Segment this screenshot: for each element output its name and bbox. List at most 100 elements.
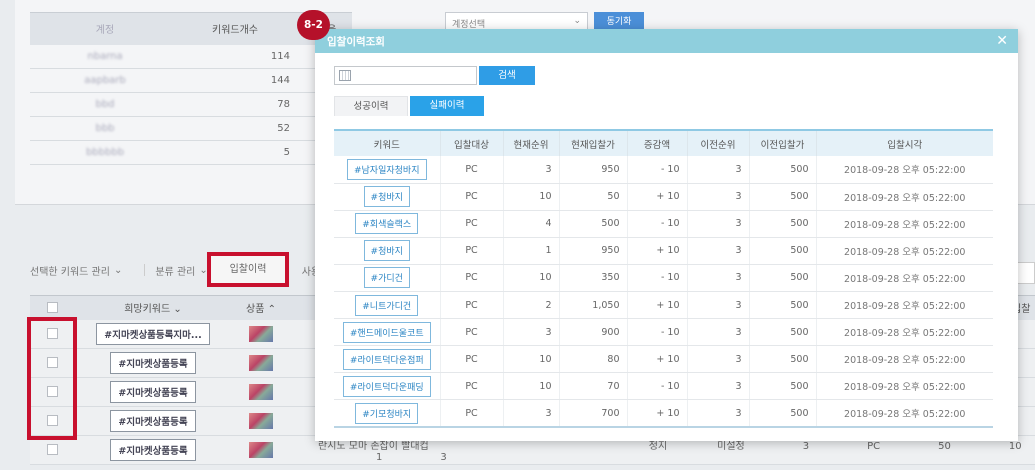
group-manage-menu[interactable]: 분류 관리 ⌄ (155, 263, 207, 278)
keyword-count: 78 (180, 92, 302, 117)
delta-cell: + 10 (627, 237, 688, 265)
prev-rank-cell: 3 (687, 372, 750, 401)
thumbnail-cell (232, 406, 290, 436)
keyword-toolbar: 선택한 키워드 관리 ⌄ 분류 관리 ⌄ 사용자 (30, 255, 341, 285)
prev-bid-cell: 500 (749, 183, 817, 211)
date-input[interactable] (334, 66, 477, 85)
keyword-link[interactable]: #라이트덕다운점퍼 (342, 348, 431, 370)
close-icon[interactable]: ✕ (996, 32, 1008, 50)
current-bid-cell: 500 (559, 210, 628, 238)
history-tabs: 성공이력 실패이력 (334, 96, 484, 116)
keyword-header-label: 희망키워드 (124, 304, 171, 316)
chevron-down-icon: ⌄ (113, 264, 123, 276)
keyword-manage-menu[interactable]: 선택한 키워드 관리 ⌄ (30, 263, 122, 278)
delta-cell: - 10 (627, 318, 688, 347)
delta-cell: + 10 (627, 345, 688, 374)
col-bid-time: 입찰시각 (816, 129, 993, 156)
keyword-link[interactable]: #남자일자청바지 (346, 158, 427, 180)
keyword-link[interactable]: #기모청바지 (355, 402, 419, 424)
table-row: #핸드메이드울코트 PC 3 900- 10 3 500 2018-09-28 오후 05:… (334, 318, 993, 347)
prev-rank-cell: 3 (687, 264, 750, 292)
bid-history-button[interactable]: 입찰이력 (211, 256, 285, 283)
delta-cell: - 10 (627, 264, 688, 292)
keyword-link[interactable]: #가디건 (363, 267, 410, 289)
group-manage-label: 분류 관리 (155, 266, 196, 278)
prev-rank-cell: 3 (687, 210, 750, 238)
target-cell: PC (440, 372, 504, 401)
bid-time-cell: 2018-09-28 오후 05:22:00 (816, 264, 993, 292)
keyword-cell: #가디건 (334, 264, 441, 292)
keyword-tag[interactable]: #지마켓상품등록 (110, 439, 196, 461)
keyword-tag[interactable]: #지마켓상품등록지마... (96, 322, 210, 345)
account-name: bbd (30, 92, 180, 117)
tab-failure-history[interactable]: 실패이력 (410, 96, 484, 116)
table-row: #라이트덕다운패딩 PC 10 70- 10 3 500 2018-09-28 오후 05:… (334, 372, 993, 401)
keyword-header[interactable]: 희망키워드 ⌄ (74, 295, 232, 320)
product-header[interactable]: 상품 ⌃ (232, 295, 290, 320)
table-row: #회색슬랙스 PC 4 500- 10 3 500 2018-09-28 오후 05:22:… (334, 210, 993, 238)
current-bid-cell: 350 (559, 264, 628, 292)
keyword-cell: #니트가디건 (334, 291, 441, 320)
thumbnail-cell (232, 319, 290, 349)
current-bid-cell: 700 (559, 399, 628, 428)
keyword-link[interactable]: #핸드메이드울코트 (342, 321, 431, 343)
keyword-link[interactable]: #라이트덕다운패딩 (342, 375, 431, 397)
prev-rank-cell: 3 (687, 345, 750, 374)
current-rank-cell: 3 (503, 318, 560, 347)
row-extra-value: 3 (802, 441, 810, 452)
prev-bid-cell: 500 (749, 372, 817, 401)
keyword-link[interactable]: #회색슬랙스 (355, 213, 419, 235)
table-row: #라이트덕다운점퍼 PC 10 80 + 10 3 500 2018-09-28 오후 05:… (334, 345, 993, 374)
current-bid-cell: 900 (559, 318, 628, 347)
modal-header: 입찰이력조회 ✕ (315, 29, 1018, 53)
bid-time-cell: 2018-09-28 오후 05:22:00 (816, 372, 993, 401)
prev-bid-cell: 500 (749, 237, 817, 265)
tab-success-history[interactable]: 성공이력 (334, 96, 408, 116)
keyword-link[interactable]: #청바지 (363, 186, 410, 208)
account-row: nbarna 114 (30, 44, 352, 69)
table-row: #청바지 PC 1 950 + 10 3 500 2018-09-28 오후 05:22:00 (334, 237, 993, 265)
select-all-checkbox[interactable] (46, 302, 58, 313)
row-checkbox[interactable] (46, 444, 58, 456)
keyword-cell: #라이트덕다운점퍼 (334, 345, 441, 374)
keyword-cell: #청바지 (334, 237, 441, 265)
search-button[interactable]: 검색 (479, 66, 535, 85)
keyword-count-header: 키워드개수 (180, 12, 302, 45)
account-name: aapbarb (30, 68, 180, 93)
bid-time-cell: 2018-09-28 오후 05:22:00 (816, 156, 993, 184)
keyword-cell: #지마켓상품등록 (74, 377, 232, 407)
keyword-tag[interactable]: #지마켓상품등록 (110, 410, 196, 432)
keyword-count: 5 (180, 140, 302, 165)
checkbox-highlight (27, 317, 77, 440)
prev-bid-cell: 500 (749, 291, 817, 320)
toolbar-divider (144, 264, 146, 276)
calendar-icon[interactable] (339, 70, 351, 81)
product-thumbnail (249, 355, 273, 371)
keyword-count: 52 (180, 116, 302, 141)
current-bid-cell: 50 (559, 183, 628, 211)
keyword-cell: #남자일자청바지 (334, 156, 441, 184)
current-rank-cell: 4 (503, 210, 560, 238)
keyword-cell: #라이트덕다운패딩 (334, 372, 441, 401)
keyword-link[interactable]: #니트가디건 (355, 294, 419, 316)
col-current-rank: 현재순위 (503, 129, 560, 156)
account-row: bbb 52 (30, 116, 352, 141)
select-all-header[interactable] (30, 295, 74, 320)
target-cell: PC (440, 399, 504, 428)
bid-time-cell: 2018-09-28 오후 05:22:00 (816, 345, 993, 374)
delta-cell: - 10 (627, 210, 688, 238)
modal-title: 입찰이력조회 (327, 36, 385, 48)
keyword-cell: #기모청바지 (334, 399, 441, 428)
bid-history-button-highlight[interactable]: 입찰이력 (207, 252, 289, 287)
current-rank-cell: 3 (503, 156, 560, 184)
target-cell: PC (440, 264, 504, 292)
keyword-manage-label: 선택한 키워드 관리 (30, 266, 110, 278)
prev-rank-cell: 3 (687, 318, 750, 347)
delta-cell: + 10 (627, 399, 688, 428)
keyword-cell: #청바지 (334, 183, 441, 211)
keyword-tag[interactable]: #지마켓상품등록 (110, 381, 196, 403)
keyword-tag[interactable]: #지마켓상품등록 (110, 352, 196, 374)
col-target: 입찰대상 (440, 129, 504, 156)
keyword-link[interactable]: #청바지 (363, 240, 410, 262)
target-cell: PC (440, 156, 504, 184)
